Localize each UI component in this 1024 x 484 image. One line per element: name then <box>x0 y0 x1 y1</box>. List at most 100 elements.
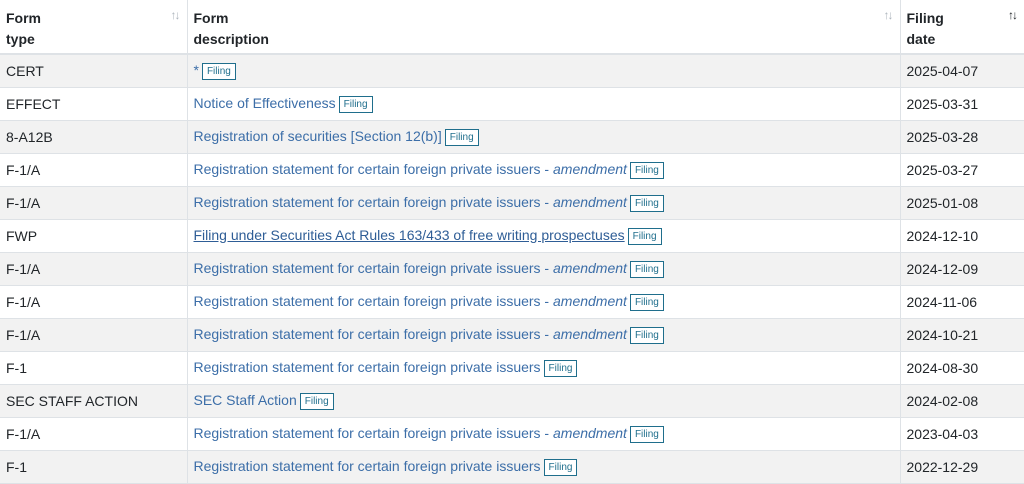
filing-date-cell: 2025-03-31 <box>900 87 1024 121</box>
filing-badge-button[interactable]: Filing <box>629 194 664 212</box>
table-row: F-1/A Registration statement for certain … <box>0 318 1024 352</box>
filing-date-cell: 2025-03-28 <box>900 120 1024 154</box>
form-description-text: Registration statement for certain forei… <box>193 325 553 342</box>
form-description-link[interactable]: Notice of Effectiveness <box>194 95 336 111</box>
form-type-cell: F-1/A <box>0 153 188 187</box>
form-description-link[interactable]: Registration statement for certain forei… <box>194 161 627 177</box>
form-description-cell: Notice of Effectiveness Filing <box>187 87 901 121</box>
form-description-text: Registration statement for certain forei… <box>193 259 553 276</box>
form-type-cell: F-1/A <box>0 285 188 319</box>
filing-date-cell: 2025-01-08 <box>900 186 1024 220</box>
sort-desc-icon[interactable]: ↑↓ <box>1008 8 1018 22</box>
form-description-cell: SEC Staff Action Filing <box>187 384 901 418</box>
form-description-text: Registration statement for certain forei… <box>193 292 553 309</box>
table-row: 8-A12B Registration of securities [Sectio… <box>0 120 1024 154</box>
filing-date-cell: 2025-04-07 <box>900 54 1024 88</box>
form-description-link[interactable]: Registration statement for certain forei… <box>194 425 627 441</box>
form-description-link[interactable]: Registration statement for certain forei… <box>194 458 541 474</box>
form-type-cell: F-1 <box>0 351 188 385</box>
form-description-cell: Registration statement for certain forei… <box>187 285 901 319</box>
filing-badge-button[interactable]: Filing <box>629 425 664 443</box>
filing-badge-button[interactable]: Filing <box>629 293 664 311</box>
filing-date-cell: 2024-11-06 <box>900 285 1024 319</box>
filings-table-body: CERT * Filing 2025-04-07 EFFECT Notice of Eff… <box>0 54 1024 484</box>
form-type-cell: F-1/A <box>0 186 188 220</box>
filing-date-cell: 2022-12-29 <box>900 450 1024 484</box>
form-description-link[interactable]: Filing under Securities Act Rules 163/43… <box>194 227 625 243</box>
sort-both-icon[interactable]: ↑↓ <box>171 8 181 22</box>
filing-date-cell: 2025-03-27 <box>900 153 1024 187</box>
filing-date-cell: 2024-12-09 <box>900 252 1024 286</box>
form-description-cell: Registration statement for certain forei… <box>187 318 901 352</box>
filing-badge-button[interactable]: Filing <box>201 62 236 80</box>
table-row: F-1 Registration statement for certain fo… <box>0 351 1024 385</box>
form-description-text: Filing under Securities Act Rules 163/43… <box>193 226 625 243</box>
amendment-label: amendment <box>553 259 627 276</box>
filing-badge-button[interactable]: Filing <box>543 458 578 476</box>
filing-date-cell: 2023-04-03 <box>900 417 1024 451</box>
amendment-label: amendment <box>553 193 627 210</box>
filing-date-cell: 2024-02-08 <box>900 384 1024 418</box>
column-header-filing-date[interactable]: Filing date ↑↓ <box>900 0 1024 55</box>
form-description-cell: Registration statement for certain forei… <box>187 351 901 385</box>
form-description-text: Registration statement for certain forei… <box>193 193 553 210</box>
form-description-text: Registration of securities [Section 12(b… <box>193 127 442 144</box>
form-description-cell: * Filing <box>187 54 901 88</box>
column-header-form-type[interactable]: Form type ↑↓ <box>0 0 188 55</box>
form-description-cell: Registration statement for certain forei… <box>187 252 901 286</box>
filing-badge-button[interactable]: Filing <box>629 326 664 344</box>
table-row: F-1/A Registration statement for certain … <box>0 252 1024 286</box>
form-description-text: Registration statement for certain forei… <box>193 457 541 474</box>
form-type-cell: SEC STAFF ACTION <box>0 384 188 418</box>
form-description-text: SEC Staff Action <box>193 391 297 408</box>
form-type-cell: F-1/A <box>0 417 188 451</box>
filing-badge-button[interactable]: Filing <box>629 260 664 278</box>
form-description-cell: Filing under Securities Act Rules 163/43… <box>187 219 901 253</box>
form-description-text: Registration statement for certain forei… <box>193 358 541 375</box>
table-row: F-1/A Registration statement for certain … <box>0 417 1024 451</box>
form-type-cell: EFFECT <box>0 87 188 121</box>
form-description-link[interactable]: Registration statement for certain forei… <box>194 194 627 210</box>
form-description-cell: Registration statement for certain forei… <box>187 186 901 220</box>
table-row: F-1/A Registration statement for certain … <box>0 186 1024 220</box>
form-description-cell: Registration statement for certain forei… <box>187 153 901 187</box>
table-row: FWP Filing under Securities Act Rules 163… <box>0 219 1024 253</box>
form-description-text: * <box>193 61 199 78</box>
filing-date-cell: 2024-12-10 <box>900 219 1024 253</box>
table-row: F-1 Registration statement for certain fo… <box>0 450 1024 484</box>
form-description-link[interactable]: Registration statement for certain forei… <box>194 326 627 342</box>
table-row: SEC STAFF ACTION SEC Staff Action Filing 20… <box>0 384 1024 418</box>
amendment-label: amendment <box>553 292 627 309</box>
form-type-cell: F-1 <box>0 450 188 484</box>
filing-badge-button[interactable]: Filing <box>338 95 373 113</box>
filings-table: Form type ↑↓ Form description ↑↓ Filing … <box>0 0 1024 484</box>
filing-date-cell: 2024-10-21 <box>900 318 1024 352</box>
sort-both-icon[interactable]: ↑↓ <box>884 8 894 22</box>
filing-badge-button[interactable]: Filing <box>627 227 662 245</box>
form-type-cell: F-1/A <box>0 252 188 286</box>
form-description-cell: Registration of securities [Section 12(b… <box>187 120 901 154</box>
form-description-text: Registration statement for certain forei… <box>193 160 553 177</box>
form-description-link[interactable]: Registration statement for certain forei… <box>194 359 541 375</box>
filing-badge-button[interactable]: Filing <box>629 161 664 179</box>
table-row: F-1/A Registration statement for certain … <box>0 153 1024 187</box>
form-description-cell: Registration statement for certain forei… <box>187 417 901 451</box>
form-description-link[interactable]: * <box>194 62 199 78</box>
table-row: F-1/A Registration statement for certain … <box>0 285 1024 319</box>
table-header-row: Form type ↑↓ Form description ↑↓ Filing … <box>0 0 1024 55</box>
filing-badge-button[interactable]: Filing <box>299 392 334 410</box>
form-description-link[interactable]: Registration statement for certain forei… <box>194 293 627 309</box>
form-description-link[interactable]: Registration statement for certain forei… <box>194 260 627 276</box>
amendment-label: amendment <box>553 325 627 342</box>
form-description-link[interactable]: SEC Staff Action <box>194 392 297 408</box>
filing-badge-button[interactable]: Filing <box>543 359 578 377</box>
form-type-cell: FWP <box>0 219 188 253</box>
column-header-form-description[interactable]: Form description ↑↓ <box>187 0 901 55</box>
table-row: CERT * Filing 2025-04-07 <box>0 54 1024 88</box>
filing-badge-button[interactable]: Filing <box>444 128 479 146</box>
form-description-text: Notice of Effectiveness <box>193 94 336 111</box>
filing-date-cell: 2024-08-30 <box>900 351 1024 385</box>
form-type-cell: F-1/A <box>0 318 188 352</box>
form-type-cell: 8-A12B <box>0 120 188 154</box>
form-description-link[interactable]: Registration of securities [Section 12(b… <box>194 128 442 144</box>
